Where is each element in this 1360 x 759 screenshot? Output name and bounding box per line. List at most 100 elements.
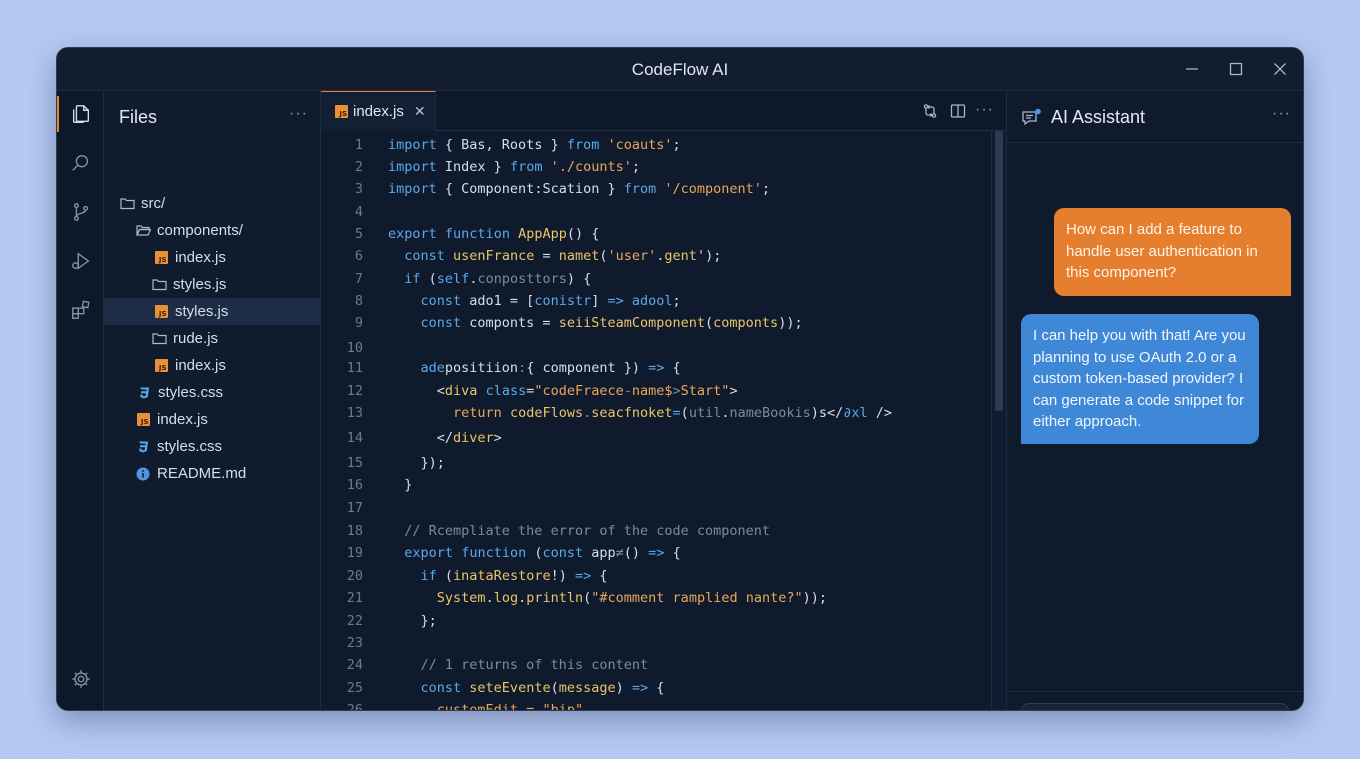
tab-close-button[interactable]: ✕: [414, 103, 426, 120]
code-token: log: [493, 590, 519, 606]
code-token: "#comment ramplied nante?": [591, 590, 803, 606]
activity-settings[interactable]: [57, 659, 104, 699]
line-number: 19: [346, 545, 363, 561]
code-token: >: [493, 430, 502, 446]
tree-item-label: index.js: [175, 249, 226, 266]
tree-item-components[interactable]: components/: [104, 217, 320, 244]
code-line: 6 const usenFrance = namet('user'.gent')…: [321, 245, 991, 267]
split-editor-button[interactable]: [949, 102, 967, 120]
tree-item-file[interactable]: styles.css: [104, 379, 320, 406]
code-token: conistr: [534, 293, 592, 309]
maximize-button[interactable]: [1227, 60, 1245, 78]
line-number: 22: [346, 613, 363, 629]
activity-extensions[interactable]: [57, 290, 104, 330]
run-debug-icon: [71, 252, 90, 270]
line-number: 13: [346, 405, 363, 421]
activity-files[interactable]: [57, 94, 104, 134]
tree-item-file[interactable]: README.md: [104, 460, 320, 487]
code-token: -: [623, 383, 632, 399]
tree-item-label: styles.js: [173, 276, 227, 293]
code-token: adool: [631, 293, 673, 309]
line-number: 12: [346, 383, 363, 399]
assistant-title: AI Assistant: [1051, 107, 1146, 127]
maximize-icon: [1229, 62, 1243, 76]
code-token: usenFrance: [453, 248, 535, 264]
close-window-button[interactable]: [1271, 60, 1289, 78]
tree-item-file[interactable]: styles.css: [104, 433, 320, 460]
code-token: ∂xl: [843, 405, 868, 421]
tree-item-label: index.js: [175, 357, 226, 374]
code-token: const: [542, 545, 584, 561]
code-token: ;: [631, 159, 641, 175]
tree-item-file[interactable]: JS index.js: [104, 244, 320, 271]
line-source: return codeFlows.seacfnoket=(util.nameBo…: [388, 402, 892, 424]
code-line: 1 import { Bas, Roots } from 'coauts';: [321, 134, 991, 156]
code-line: 13 return codeFlows.seacfnoket=(util.nam…: [321, 402, 991, 424]
activity-run-debug[interactable]: [57, 241, 104, 281]
tree-item-src[interactable]: src/: [104, 190, 320, 217]
split-editor-icon: [950, 104, 966, 118]
user-message: How can I add a feature to handle user a…: [1054, 208, 1291, 296]
ai-assistant-panel: AI Assistant ··· How can I add a feature…: [1006, 91, 1303, 710]
code-area[interactable]: 1 import { Bas, Roots } from 'coauts'; 2 im…: [321, 131, 991, 711]
tree-item-label: README.md: [157, 465, 247, 482]
line-number: 15: [346, 455, 363, 471]
files-icon: [72, 105, 89, 123]
line-number: 18: [346, 523, 363, 539]
line-source: const componts = seiiSteamComponent(comp…: [388, 312, 803, 334]
explorer-more-button[interactable]: ···: [289, 105, 308, 123]
code-token: (: [599, 248, 608, 264]
code-token: (: [705, 315, 714, 331]
code-token: conposttors: [477, 271, 567, 287]
code-line: 11 adepositiion:{ component }) => {: [321, 357, 991, 379]
code-line: 2 import Index } from './counts';: [321, 156, 991, 178]
code-token: util: [688, 405, 722, 421]
css-file-icon: [136, 385, 152, 401]
code-token: {: [648, 680, 665, 696]
tree-item-file[interactable]: JS index.js: [104, 406, 320, 433]
editor-scrollbar[interactable]: [991, 131, 1006, 710]
scrollbar-thumb[interactable]: [995, 131, 1003, 411]
compare-changes-button[interactable]: [921, 102, 939, 120]
code-token: class: [485, 383, 527, 399]
line-source: if (self.conposttors) {: [388, 268, 591, 290]
tree-item-label: src/: [141, 195, 166, 212]
folder-open-icon: [135, 223, 151, 239]
line-source: });: [388, 452, 445, 474]
code-token: return: [453, 405, 502, 421]
line-number: 6: [354, 248, 363, 264]
assistant-more-button[interactable]: ···: [1272, 105, 1291, 123]
tab-index-js[interactable]: JS index.js ✕: [321, 91, 436, 131]
code-token: ));: [778, 315, 803, 331]
activity-search[interactable]: [57, 143, 104, 183]
activity-source-control[interactable]: [57, 192, 104, 232]
code-token: message: [558, 680, 616, 696]
editor-more-button[interactable]: ···: [975, 101, 994, 119]
code-line: 25 const seteEvente(message) => {: [321, 677, 991, 699]
tree-item-file-selected[interactable]: JS styles.js: [104, 298, 320, 325]
code-token: const: [404, 248, 445, 264]
code-token: .: [518, 590, 527, 606]
file-explorer: Files ··· src/ components/ JS index.js s…: [104, 91, 321, 710]
tree-item-file[interactable]: JS index.js: [104, 352, 320, 379]
folder-icon: [151, 277, 167, 293]
minimize-button[interactable]: [1183, 60, 1201, 78]
code-token: =>: [648, 360, 665, 376]
tree-item-folder[interactable]: styles.js: [104, 271, 320, 298]
code-token: =>: [607, 293, 624, 309]
code-token: (: [680, 405, 689, 421]
line-number: 11: [346, 360, 363, 376]
tree-item-folder[interactable]: rude.js: [104, 325, 320, 352]
code-token: () {: [566, 226, 600, 242]
line-number: 26: [346, 702, 363, 711]
chat-icon: [1022, 108, 1041, 126]
window-title: CodeFlow AI: [631, 60, 729, 79]
tree-item-label: index.js: [157, 411, 208, 428]
line-source: }: [388, 474, 412, 496]
code-token: };: [388, 613, 437, 629]
